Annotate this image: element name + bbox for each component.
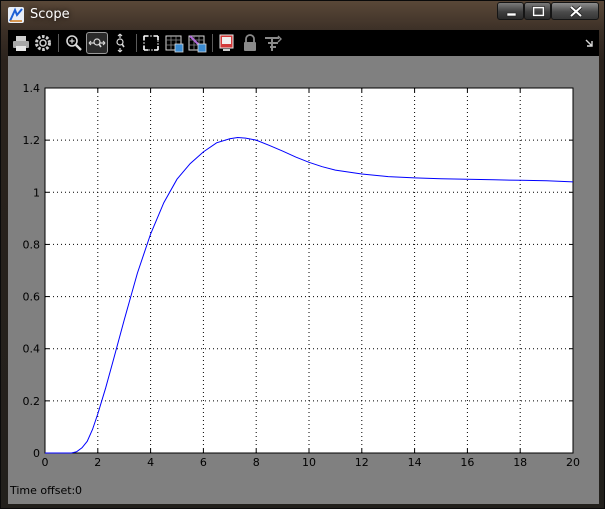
autoscale-icon <box>143 35 159 51</box>
plot-area <box>45 88 573 453</box>
zoom-in-icon <box>66 35 82 51</box>
toolbar-separator <box>58 34 59 52</box>
y-tick-label: 1 <box>33 186 40 199</box>
y-tick-label: 0.4 <box>23 343 41 356</box>
maximize-button[interactable] <box>524 2 551 20</box>
time-offset-label: Time offset: <box>10 484 76 497</box>
scope-plot[interactable]: 0 2 4 6 8 10 12 14 16 18 20 0 0.2 0.4 0.6 0.8 1 1.2 1.4 <box>8 56 599 504</box>
autoscale-button[interactable] <box>140 32 162 54</box>
x-tick-label: 20 <box>566 456 580 469</box>
x-tick-label: 12 <box>355 456 369 469</box>
time-offset-value: 0 <box>75 484 82 497</box>
zoom-x-button[interactable] <box>86 32 108 54</box>
lock-axes-button[interactable] <box>239 32 261 54</box>
close-button[interactable] <box>551 2 599 20</box>
x-tick-label: 2 <box>94 456 101 469</box>
window-title: Scope <box>30 7 70 22</box>
zoom-x-icon <box>88 38 106 48</box>
y-tick-label: 1.2 <box>23 134 41 147</box>
dock-arrow-icon[interactable] <box>584 38 594 48</box>
y-tick-label: 0.8 <box>23 238 41 251</box>
x-tick-label: 8 <box>253 456 260 469</box>
close-icon <box>569 5 583 18</box>
y-tick-label: 0 <box>33 447 40 460</box>
lock-axes-icon <box>244 34 256 51</box>
signal-selection-button[interactable] <box>262 32 284 54</box>
x-tick-label: 16 <box>460 456 474 469</box>
x-tick-label: 6 <box>200 456 207 469</box>
x-tick-label: 0 <box>42 456 49 469</box>
scope-client-area: 0 2 4 6 8 10 12 14 16 18 20 0 0.2 0.4 0.6 0.8 1 1.2 1.4 Ti… <box>8 56 599 504</box>
print-button[interactable] <box>10 32 32 54</box>
floating-scope-icon <box>219 34 234 51</box>
y-tick-label: 0.2 <box>23 395 41 408</box>
print-icon <box>13 36 29 51</box>
x-tick-label: 18 <box>513 456 527 469</box>
save-axes-settings-icon <box>165 35 184 53</box>
zoom-y-icon <box>116 33 125 53</box>
x-tick-label: 4 <box>147 456 154 469</box>
parameters-button[interactable] <box>32 32 54 54</box>
toolbar-separator <box>136 34 137 52</box>
toolbar-separator <box>212 34 213 52</box>
floating-scope-button[interactable] <box>216 32 238 54</box>
restore-axes-settings-button[interactable] <box>186 32 208 54</box>
signal-selection-icon <box>265 35 282 51</box>
scope-window: Scope 0 2 4 6 8 10 12 14 16 18 20 0 0.2 … <box>0 0 605 509</box>
y-tick-label: 1.4 <box>23 82 41 95</box>
minimize-icon <box>506 12 517 17</box>
zoom-in-button[interactable] <box>63 32 85 54</box>
x-tick-label: 10 <box>302 456 316 469</box>
title-bar[interactable]: Scope <box>1 1 604 29</box>
restore-axes-settings-icon <box>188 35 207 53</box>
save-axes-settings-button[interactable] <box>163 32 185 54</box>
scope-toolbar <box>8 30 599 56</box>
parameters-icon <box>35 35 51 51</box>
zoom-y-button[interactable] <box>109 32 131 54</box>
scope-app-icon <box>8 7 24 23</box>
x-tick-label: 14 <box>408 456 422 469</box>
minimize-button[interactable] <box>497 2 524 20</box>
maximize-icon <box>532 6 545 17</box>
y-tick-label: 0.6 <box>23 291 41 304</box>
